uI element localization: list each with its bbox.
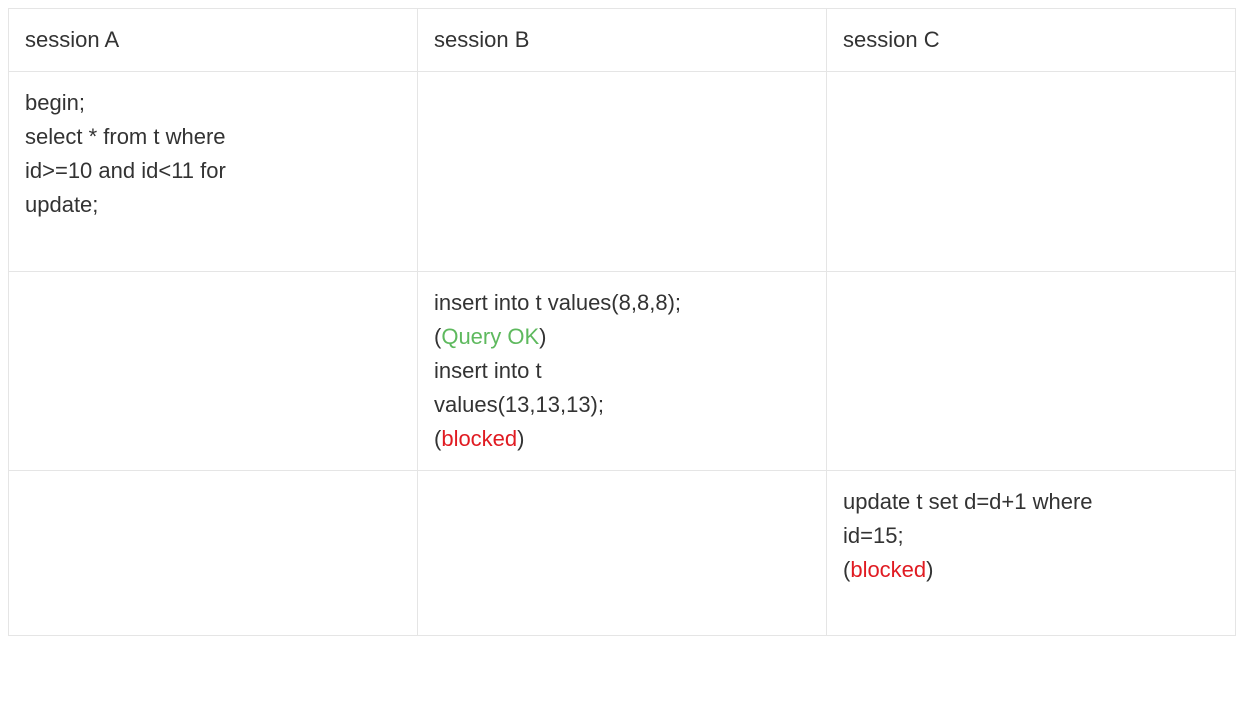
sql-text: id>=10 and id<11 for [25, 158, 226, 183]
sql-text: insert into t [434, 358, 542, 383]
sql-text: id=15; [843, 523, 904, 548]
cell-c-3: update t set d=d+1 where id=15; (blocked… [827, 471, 1236, 636]
cell-b-1 [418, 72, 827, 271]
cell-a-3 [9, 471, 418, 636]
sql-text: update; [25, 192, 98, 217]
header-session-c: session C [827, 9, 1236, 72]
sql-text: select * from t where [25, 124, 226, 149]
header-session-b: session B [418, 9, 827, 72]
table-header-row: session A session B session C [9, 9, 1236, 72]
cell-b-2: insert into t values(8,8,8); (Query OK) … [418, 271, 827, 470]
status-paren: ) [517, 426, 524, 451]
cell-c-1 [827, 72, 1236, 271]
sql-text: begin; [25, 90, 85, 115]
status-blocked: blocked [441, 426, 517, 451]
sql-text: values(13,13,13); [434, 392, 604, 417]
cell-a-2 [9, 271, 418, 470]
header-session-a: session A [9, 9, 418, 72]
sql-text: insert into t values(8,8,8); [434, 290, 681, 315]
table-row: begin; select * from t where id>=10 and … [9, 72, 1236, 271]
session-table: session A session B session C begin; sel… [8, 8, 1236, 636]
status-blocked: blocked [850, 557, 926, 582]
cell-c-2 [827, 271, 1236, 470]
status-paren: ) [539, 324, 546, 349]
status-query-ok: Query OK [441, 324, 539, 349]
cell-b-3 [418, 471, 827, 636]
table-row: update t set d=d+1 where id=15; (blocked… [9, 471, 1236, 636]
status-paren: ) [926, 557, 933, 582]
sql-text: update t set d=d+1 where [843, 489, 1093, 514]
table-row: insert into t values(8,8,8); (Query OK) … [9, 271, 1236, 470]
cell-a-1: begin; select * from t where id>=10 and … [9, 72, 418, 271]
